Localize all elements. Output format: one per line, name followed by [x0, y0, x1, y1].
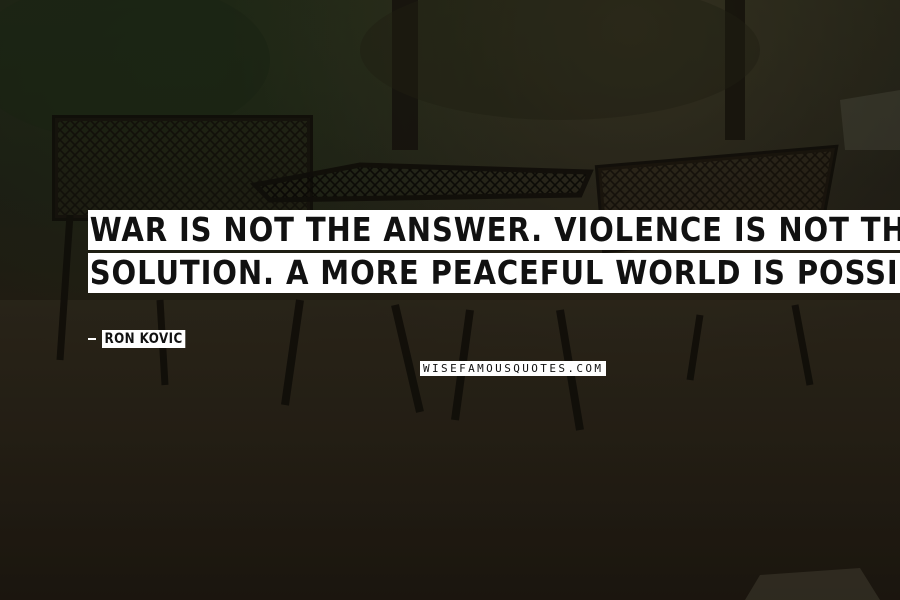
author-attribution: RON KOVIC	[88, 330, 200, 348]
quote-line-2: SOLUTION. A MORE PEACEFUL WORLD IS POSSI…	[88, 253, 900, 293]
quote-line-1: WAR IS NOT THE ANSWER. VIOLENCE IS NOT T…	[88, 210, 900, 250]
background-park-scene	[0, 0, 900, 600]
author-dash	[88, 338, 96, 340]
quote-text: WAR IS NOT THE ANSWER. VIOLENCE IS NOT T…	[88, 210, 900, 296]
site-watermark: WISEFAMOUSQUOTES.COM	[420, 361, 607, 376]
author-name: RON KOVIC	[102, 330, 186, 348]
quote-image: WAR IS NOT THE ANSWER. VIOLENCE IS NOT T…	[0, 0, 900, 600]
